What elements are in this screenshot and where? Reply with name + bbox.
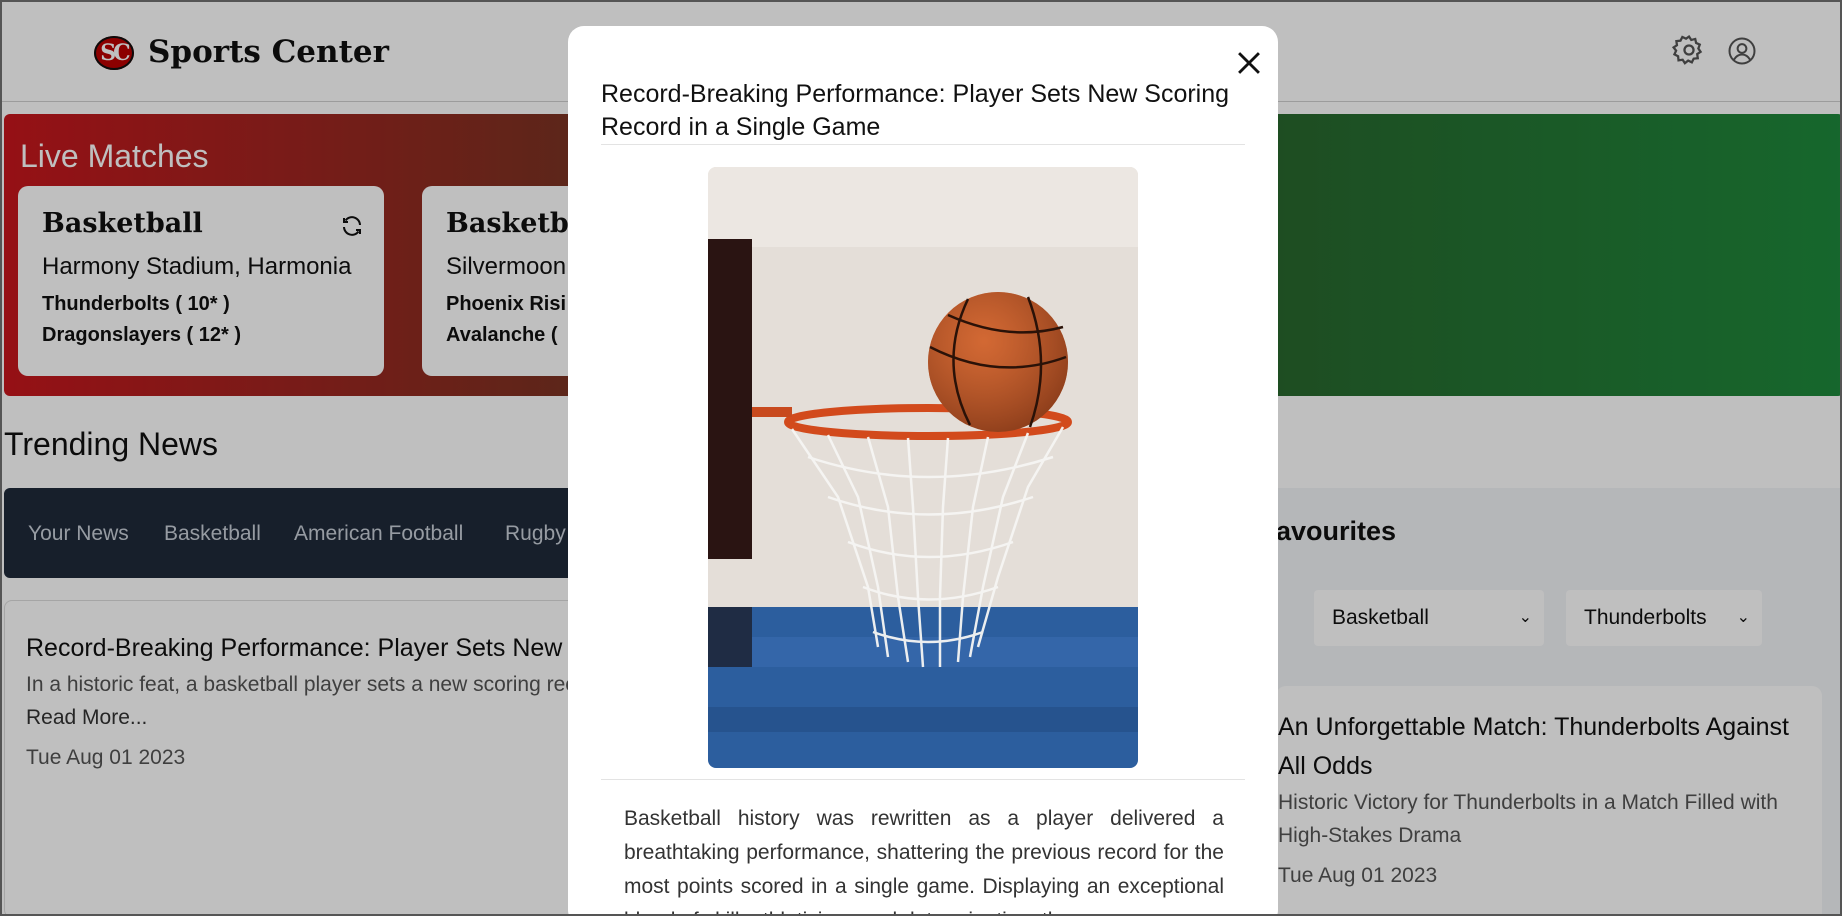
page: SC Sports Center Live Matches Basketball… <box>0 0 1842 916</box>
close-icon[interactable] <box>1232 46 1266 80</box>
modal-article-body: Basketball history was rewritten as a pl… <box>624 807 1224 914</box>
divider <box>601 144 1245 145</box>
article-image <box>708 167 1138 768</box>
article-modal: Record-Breaking Performance: Player Sets… <box>568 26 1278 914</box>
modal-title: Record-Breaking Performance: Player Sets… <box>601 80 1230 141</box>
divider <box>601 779 1245 780</box>
